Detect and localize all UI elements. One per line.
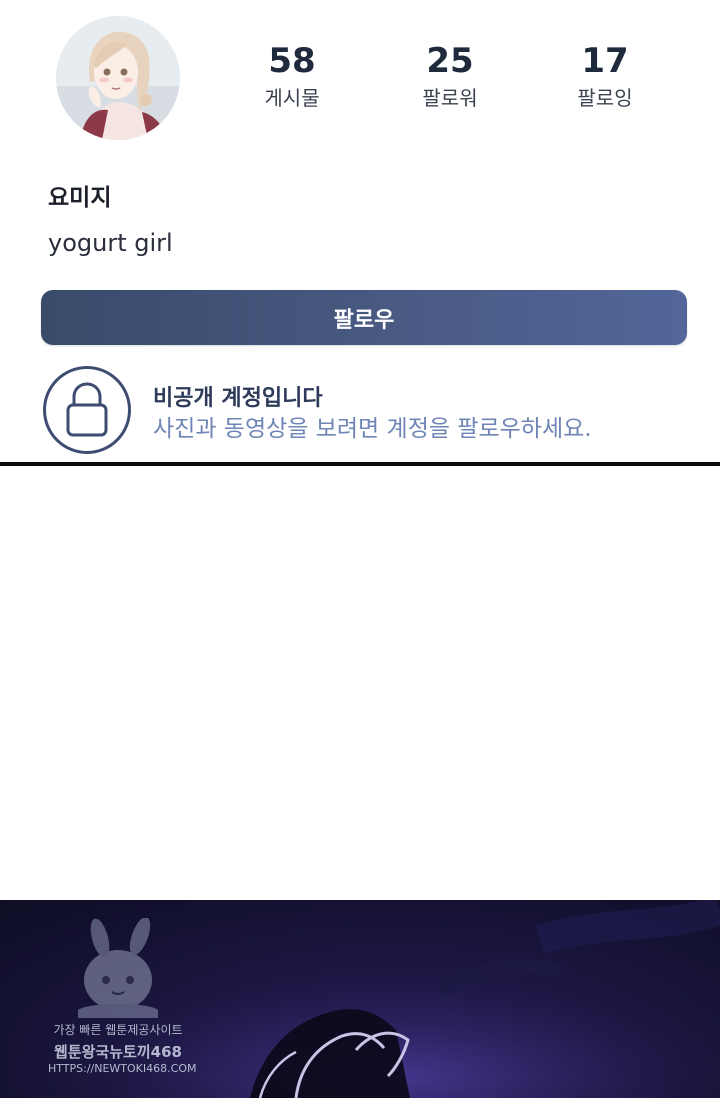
follow-button[interactable]: 팔로우 xyxy=(41,290,687,345)
stat-followers-label: 팔로워 xyxy=(422,86,478,110)
stat-following[interactable]: 17 팔로잉 xyxy=(535,40,675,112)
blank-panel xyxy=(0,466,720,900)
avatar[interactable] xyxy=(56,16,180,140)
watermark-line-1: 가장 빠른 웹툰제공사이트 xyxy=(53,1023,183,1037)
lock-icon xyxy=(43,366,131,454)
private-account-title: 비공개 계정입니다 xyxy=(153,386,323,411)
site-watermark: 가장 빠른 웹툰제공사이트 웹툰왕국뉴토끼468 HTTPS://NEWTOKI… xyxy=(48,918,197,1083)
stat-followers-count: 25 xyxy=(426,41,474,81)
profile-header: 58 게시물 25 팔로워 17 팔로잉 요미지 yogurt girl 팔로우… xyxy=(0,0,720,464)
private-account-description: 사진과 동영상을 보려면 계정을 팔로우하세요. xyxy=(153,416,592,442)
profile-bio: yogurt girl xyxy=(48,229,173,257)
stat-following-label: 팔로잉 xyxy=(577,86,633,110)
stat-posts[interactable]: 58 게시물 xyxy=(222,40,362,112)
watermark-url: HTTPS://NEWTOKI468.COM xyxy=(48,1062,197,1075)
stat-posts-count: 58 xyxy=(268,41,316,81)
profile-username: 요미지 xyxy=(48,185,112,211)
stat-posts-label: 게시물 xyxy=(264,86,320,110)
bunny-mascot-icon xyxy=(78,918,158,1018)
avatar-illustration xyxy=(56,16,180,140)
stat-followers[interactable]: 25 팔로워 xyxy=(380,40,520,112)
stat-following-count: 17 xyxy=(581,41,629,81)
watermark-line-2: 웹툰왕국뉴토끼468 xyxy=(54,1043,182,1061)
